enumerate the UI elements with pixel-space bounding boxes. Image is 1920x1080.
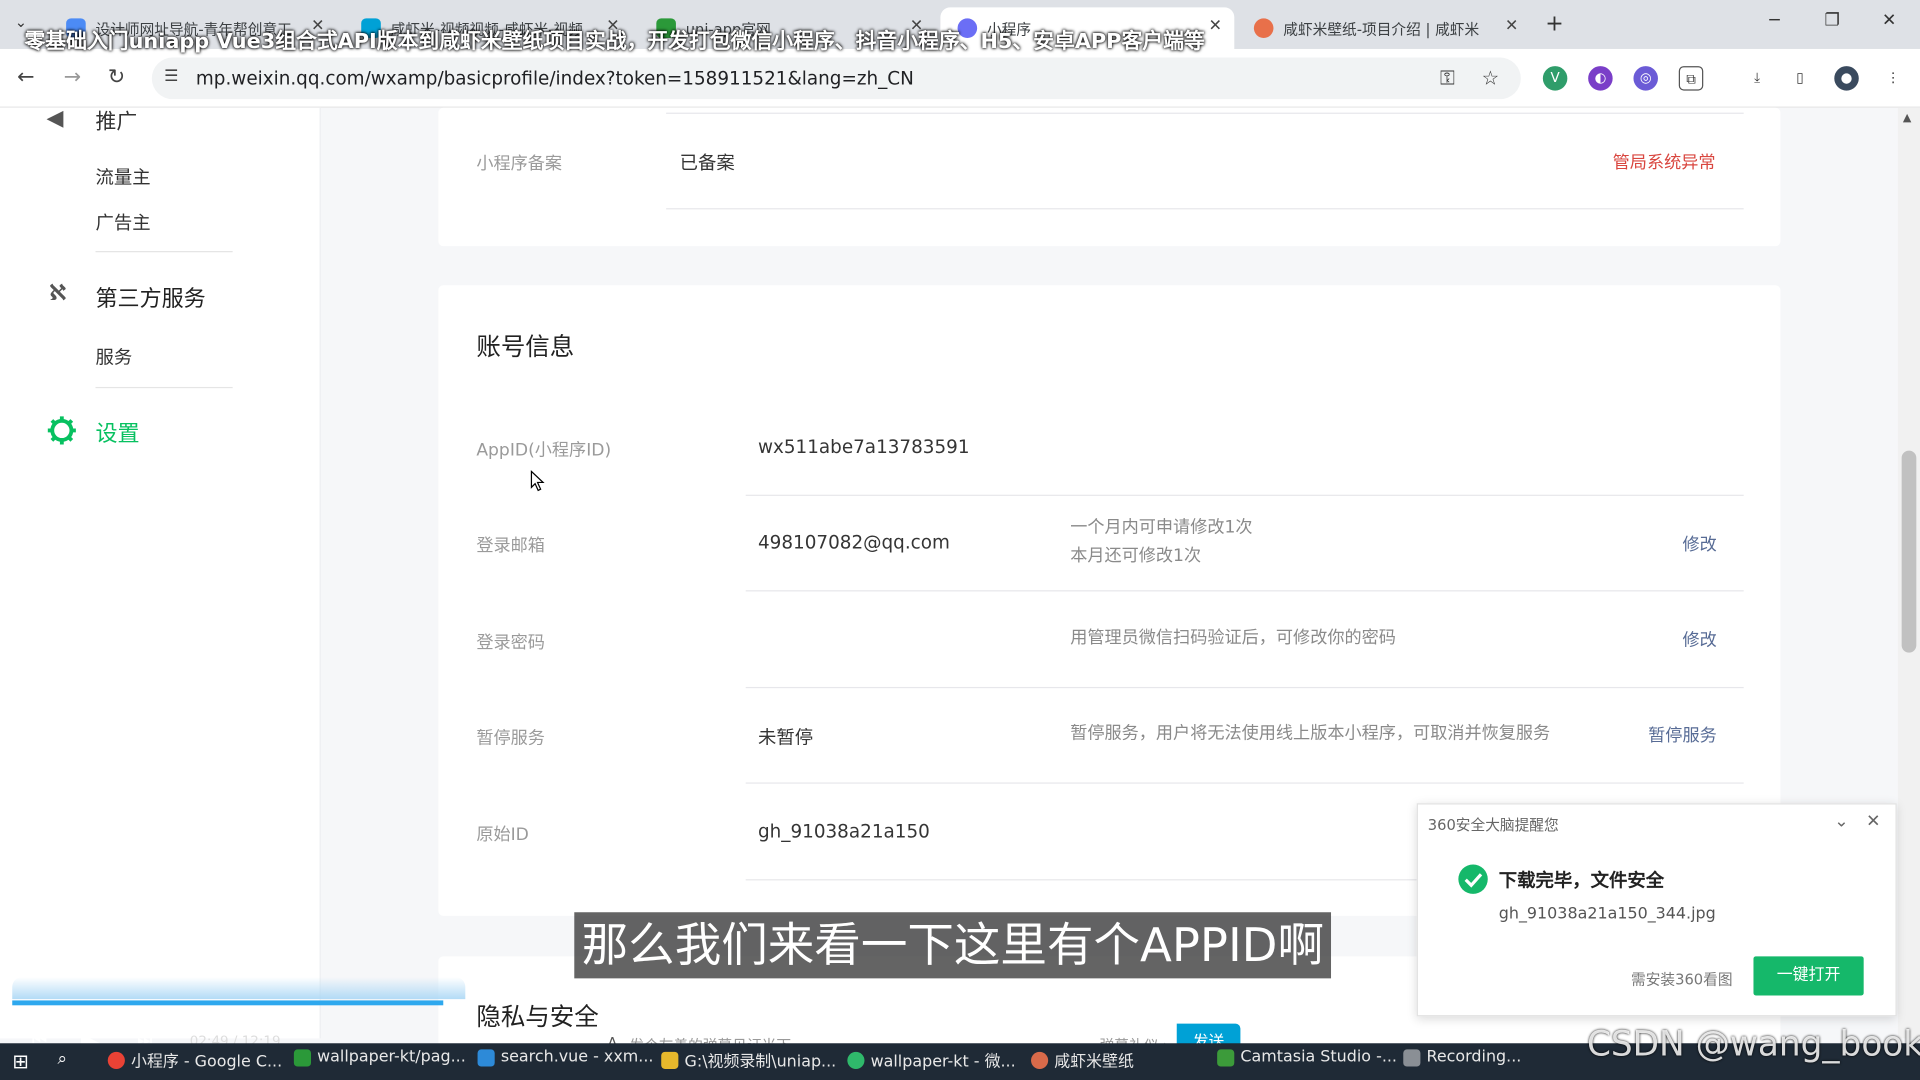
- taskbar-item-hbuilder[interactable]: wallpaper-kt/pag...: [293, 1048, 466, 1067]
- back-icon[interactable]: ←: [17, 65, 34, 89]
- password-label: 登录密码: [476, 633, 545, 653]
- url-text: mp.weixin.qq.com/wxamp/basicprofile/inde…: [195, 67, 914, 90]
- pause-service-desc: 暂停服务，用户将无法使用线上版本小程序，可取消并恢复服务: [1070, 723, 1551, 744]
- sidebar-item-promotion[interactable]: 推广: [96, 104, 138, 134]
- tab-xianxiami[interactable]: 咸虾米壁纸-项目介绍 | 咸虾米 ✕: [1237, 7, 1531, 49]
- record-status-link[interactable]: 管局系统异常: [1613, 149, 1716, 173]
- record-label: 小程序备案: [476, 154, 563, 174]
- password-desc: 用管理员微信扫码验证后，可修改你的密码: [1070, 628, 1396, 648]
- third-party-icon: ℵ: [48, 280, 67, 307]
- record-value: 已备案: [679, 151, 735, 174]
- forward-icon[interactable]: →: [64, 65, 81, 89]
- appid-label: AppID(小程序ID): [476, 440, 612, 461]
- promotion-icon: ◀: [46, 105, 64, 132]
- minimize-icon[interactable]: ─: [1769, 11, 1779, 31]
- taskbar-item-camtasia[interactable]: Camtasia Studio -...: [1217, 1048, 1397, 1067]
- browser-menu-icon[interactable]: ⋮: [1880, 66, 1906, 91]
- taskbar-item-recording[interactable]: Recording...: [1403, 1048, 1521, 1067]
- taskbar-item-vscode[interactable]: search.vue - xxm...: [477, 1048, 653, 1067]
- taskbar-item-chrome[interactable]: 小程序 - Google C...: [107, 1048, 282, 1071]
- tab-close-icon[interactable]: ✕: [1209, 17, 1222, 35]
- popup-hint: 需安装360看图: [1631, 971, 1733, 989]
- download-icon[interactable]: ⤓: [1744, 66, 1770, 91]
- scroll-up-icon[interactable]: ▲: [1903, 113, 1911, 125]
- restore-icon[interactable]: ❐: [1824, 11, 1839, 31]
- pause-service-link[interactable]: 暂停服务: [1648, 722, 1717, 746]
- row-divider: [666, 112, 1744, 114]
- mouse-cursor-icon: [530, 470, 545, 492]
- email-desc-line1: 一个月内可申请修改1次: [1070, 517, 1253, 538]
- open-file-button[interactable]: 一键打开: [1753, 956, 1864, 996]
- popup-title: 下载完毕，文件安全: [1498, 869, 1665, 892]
- sidebar-item-services[interactable]: 服务: [96, 344, 133, 370]
- download-notification: 360安全大脑提醒您 ⌄ ✕ 下载完毕，文件安全 gh_91038a21a150…: [1416, 803, 1897, 1017]
- window-close-icon[interactable]: ✕: [1882, 11, 1896, 31]
- settings-gear-icon: [47, 416, 76, 445]
- sidebar-section-third-party[interactable]: 第三方服务: [96, 282, 206, 314]
- popup-filename: gh_91038a21a150_344.jpg: [1498, 904, 1716, 924]
- password-modify-link[interactable]: 修改: [1682, 627, 1716, 651]
- taskbar-search-icon[interactable]: ⌕: [58, 1049, 68, 1069]
- extension-circle-icon[interactable]: ◎: [1633, 66, 1658, 91]
- sidebar: ◀ 推广 流量主 广告主 ℵ 第三方服务 服务 设置: [0, 105, 321, 1039]
- account-info-title: 账号信息: [476, 331, 575, 362]
- windows-start-icon[interactable]: ⊞: [12, 1049, 28, 1072]
- profile-avatar[interactable]: ●: [1834, 66, 1859, 91]
- video-title: 零基础入门uniapp Vue3组合式API版本到咸虾米壁纸项目实战，开发打包微…: [24, 29, 1205, 54]
- popup-header: 360安全大脑提醒您: [1427, 816, 1559, 834]
- original-id-value: gh_91038a21a150: [757, 820, 930, 843]
- video-subtitle: 那么我们来看一下这里有个APPID啊: [574, 912, 1332, 979]
- page-scrollbar[interactable]: ▲: [1897, 107, 1920, 1039]
- watermark: CSDN @wang_book: [1586, 1023, 1920, 1065]
- row-divider: [745, 494, 1744, 496]
- appid-value: wx511abe7a13783591: [757, 435, 970, 458]
- original-id-label: 原始ID: [476, 825, 529, 845]
- pause-service-label: 暂停服务: [476, 728, 545, 749]
- scroll-thumb[interactable]: [1901, 450, 1917, 653]
- extension-purple-icon[interactable]: ◐: [1588, 66, 1613, 91]
- taskbar-item-explorer[interactable]: G:\视频录制\uniap...: [661, 1048, 836, 1071]
- sidebar-divider: [95, 386, 233, 389]
- bookmark-star-icon[interactable]: ☆: [1482, 66, 1500, 89]
- email-desc-line2: 本月还可修改1次: [1070, 546, 1202, 566]
- screen: ⌄ 设计师网址导航-青年帮创意工 ✕ 咸虾米-视频视频-咸虾米-视频 ✕ uni…: [0, 0, 1920, 1080]
- side-panel-icon[interactable]: ▯: [1787, 66, 1813, 91]
- browser-toolbar: ← → ↻ ☰ mp.weixin.qq.com/wxamp/basicprof…: [0, 48, 1920, 108]
- row-divider: [745, 590, 1744, 592]
- password-key-icon[interactable]: ⚿: [1440, 66, 1455, 90]
- taskbar-item-wechat-devtools[interactable]: wallpaper-kt - 微...: [847, 1048, 1016, 1071]
- reload-icon[interactable]: ↻: [108, 65, 125, 89]
- tab-label: 咸虾米壁纸-项目介绍 | 咸虾米: [1283, 20, 1480, 38]
- email-value: 498107082@qq.com: [757, 531, 950, 554]
- extensions-puzzle-icon[interactable]: ⧉: [1678, 66, 1704, 91]
- email-modify-link[interactable]: 修改: [1682, 531, 1716, 555]
- sidebar-divider: [95, 251, 233, 253]
- popup-collapse-icon[interactable]: ⌄: [1834, 812, 1848, 832]
- row-divider: [745, 686, 1744, 689]
- sidebar-item-advertiser[interactable]: 广告主: [96, 209, 151, 235]
- row-divider: [666, 208, 1744, 210]
- check-success-icon: [1458, 864, 1488, 894]
- vue-devtools-icon[interactable]: V: [1542, 66, 1568, 91]
- pause-service-value: 未暂停: [757, 726, 814, 749]
- popup-close-icon[interactable]: ✕: [1866, 812, 1880, 832]
- progress-bar[interactable]: [12, 1000, 444, 1006]
- taskbar-item-xianxiami[interactable]: 咸虾米壁纸: [1031, 1048, 1134, 1071]
- address-bar[interactable]: ☰ mp.weixin.qq.com/wxamp/basicprofile/in…: [151, 57, 1521, 100]
- site-info-icon[interactable]: ☰: [164, 67, 178, 85]
- new-tab-button[interactable]: +: [1545, 11, 1563, 37]
- progress-wave: [12, 977, 466, 1000]
- row-divider: [745, 782, 1744, 784]
- record-card: 小程序备案 已备案 管局系统异常: [438, 107, 1781, 247]
- tab-favicon-icon: [1253, 18, 1274, 38]
- sidebar-item-traffic-owner[interactable]: 流量主: [96, 164, 151, 190]
- sidebar-item-settings[interactable]: 设置: [96, 416, 140, 448]
- email-label: 登录邮箱: [476, 536, 545, 556]
- tab-close-icon[interactable]: ✕: [1505, 17, 1518, 35]
- privacy-title: 隐私与安全: [476, 1001, 599, 1032]
